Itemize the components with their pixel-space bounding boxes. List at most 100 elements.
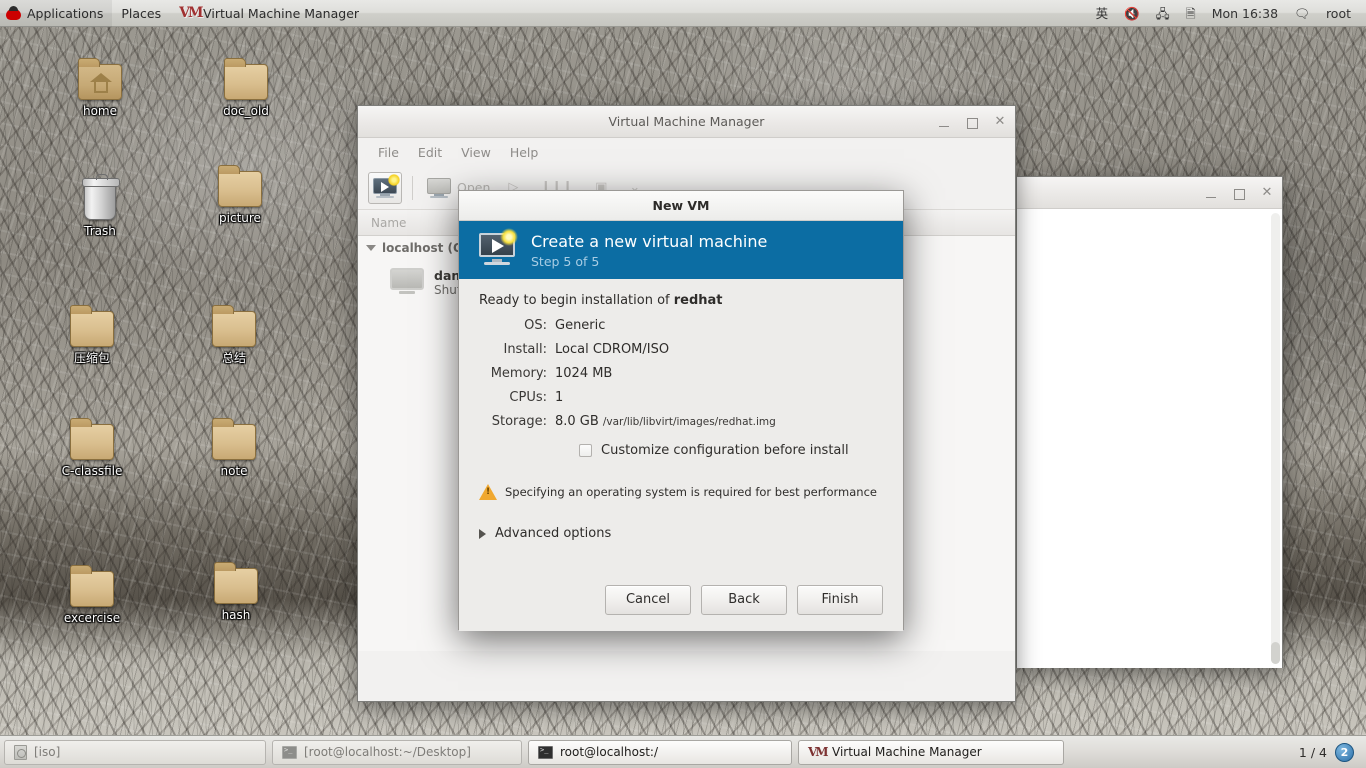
expander-icon[interactable] (366, 245, 376, 251)
ready-vm-name: redhat (673, 293, 723, 308)
summary-value-text: 1024 MB (555, 366, 613, 381)
background-window-scrollbar[interactable] (1271, 213, 1280, 664)
desktop-icon-4[interactable]: 压缩包 (44, 295, 140, 366)
desktop-icon-9[interactable]: hash (188, 552, 284, 623)
advanced-options-toggle[interactable]: Advanced options (479, 526, 883, 541)
summary-value-text: Local CDROM/ISO (555, 342, 670, 357)
summary-value: 1024 MB (555, 366, 612, 381)
desktop-icon-6[interactable]: C-classfile (44, 408, 140, 479)
desktop-icon-7[interactable]: note (186, 408, 282, 479)
new-vm-button[interactable] (368, 171, 402, 204)
vmm-window-title: Virtual Machine Manager (608, 114, 765, 129)
task-button-terminal-desktop[interactable]: [root@localhost:~/Desktop] (272, 739, 522, 765)
background-window[interactable]: ✕ (1016, 176, 1283, 668)
places-menu[interactable]: Places (112, 0, 170, 27)
vmm-icon: VM (808, 745, 829, 759)
desktop-icon-label: picture (219, 211, 261, 225)
customize-config-label: Customize configuration before install (601, 443, 849, 458)
menu-item-view[interactable]: View (453, 142, 499, 163)
applications-label: Applications (27, 5, 104, 21)
folder-icon (70, 418, 114, 460)
home-folder-icon (78, 58, 122, 100)
menu-item-help[interactable]: Help (502, 142, 547, 163)
input-method-indicator[interactable]: 英 (1089, 0, 1116, 27)
background-window-scrollbar-thumb[interactable] (1271, 642, 1280, 664)
desktop-icon-2[interactable]: Trash (52, 168, 148, 239)
summary-row: OS: Generic (479, 318, 883, 333)
terminal-icon (282, 745, 297, 759)
clock[interactable]: Mon 16:38 (1205, 0, 1285, 27)
maximize-icon[interactable] (1232, 186, 1246, 200)
task-button-vmm[interactable]: VM Virtual Machine Manager (798, 739, 1064, 765)
task-button-terminal-root[interactable]: root@localhost:/ (528, 739, 792, 765)
volume-muted-icon[interactable]: 🔇 (1117, 0, 1147, 27)
summary-row: Storage: 8.0 GB/var/lib/libvirt/images/re… (479, 414, 883, 429)
vm-summary-list: OS: Generic Install: Local CDROM/ISO Memory:… (479, 318, 883, 429)
warning-icon (479, 484, 497, 500)
summary-value: Local CDROM/ISO (555, 342, 669, 357)
desktop-icon-5[interactable]: 总结 (186, 295, 282, 366)
summary-key: Install: (503, 342, 547, 357)
back-button[interactable]: Back (701, 585, 787, 615)
new-vm-body: Ready to begin installation of redhat OS… (459, 279, 903, 631)
background-window-body (1017, 209, 1282, 668)
summary-key: Storage: (491, 414, 547, 429)
desktop-icon-label: 总结 (221, 351, 246, 365)
archive-icon (14, 744, 27, 760)
desktop-icon-8[interactable]: excercise (44, 555, 140, 626)
trash-icon (82, 174, 120, 220)
close-icon[interactable]: ✕ (1260, 186, 1274, 200)
new-vm-titlebar[interactable]: New VM (459, 191, 903, 221)
active-window-menu[interactable]: VM Virtual Machine Manager (170, 0, 368, 27)
desktop-icon-label: Trash (84, 224, 116, 238)
system-tray: 英 🔇 🖧 🗎 Mon 16:38 🗨 root (1089, 0, 1366, 27)
summary-value-text: 1 (555, 390, 564, 405)
finish-button[interactable]: Finish (797, 585, 883, 615)
desktop-icon-label: home (82, 104, 118, 118)
workspace-badge[interactable]: 2 (1335, 742, 1354, 762)
task-button-iso[interactable]: [iso] (4, 739, 266, 765)
applications-menu[interactable]: Applications (0, 0, 113, 27)
menu-item-edit[interactable]: Edit (410, 142, 450, 163)
monitor-icon (390, 268, 424, 296)
folder-icon (70, 565, 114, 607)
task-label: [root@localhost:~/Desktop] (304, 745, 471, 759)
user-session-icon[interactable]: 🗨 (1287, 0, 1317, 27)
menu-item-file[interactable]: File (370, 142, 407, 163)
summary-value: 1 (555, 390, 563, 405)
network-disconnected-icon[interactable]: 🖧 (1149, 0, 1177, 27)
advanced-options-label: Advanced options (495, 526, 612, 541)
minimize-icon[interactable] (1204, 186, 1218, 200)
ready-prefix: Ready to begin installation of (479, 293, 674, 308)
vmm-titlebar[interactable]: Virtual Machine Manager ✕ (358, 106, 1015, 138)
clipboard-icon[interactable]: 🗎 (1179, 0, 1203, 27)
summary-key: CPUs: (509, 390, 547, 405)
customize-config-row[interactable]: Customize configuration before install (579, 443, 883, 458)
minimize-icon[interactable] (937, 115, 951, 129)
background-window-titlebar[interactable]: ✕ (1017, 177, 1282, 209)
new-vm-banner: Create a new virtual machine Step 5 of 5 (459, 221, 903, 279)
new-vm-dialog[interactable]: New VM Create a new virtual machine Step… (458, 190, 904, 631)
cancel-button[interactable]: Cancel (605, 585, 691, 615)
background-window-buttons: ✕ (1204, 177, 1274, 209)
folder-icon (212, 305, 256, 347)
close-icon[interactable]: ✕ (993, 115, 1007, 129)
monitor-icon (427, 177, 451, 198)
ready-line: Ready to begin installation of redhat (479, 293, 883, 308)
summary-row: CPUs: 1 (479, 390, 883, 405)
workspace-indicator[interactable]: 1 / 4 (1299, 745, 1327, 760)
desktop-icon-1[interactable]: doc_old (198, 48, 294, 119)
taskbar: [iso] [root@localhost:~/Desktop] root@lo… (0, 735, 1366, 768)
new-vm-icon (477, 228, 518, 267)
summary-row: Memory: 1024 MB (479, 366, 883, 381)
user-label[interactable]: root (1319, 0, 1358, 27)
chevron-right-icon[interactable] (479, 528, 486, 539)
desktop-icon-0[interactable]: home (52, 48, 148, 119)
maximize-icon[interactable] (965, 115, 979, 129)
customize-config-checkbox[interactable] (579, 444, 592, 457)
banner-step: Step 5 of 5 (531, 253, 600, 269)
summary-value-text: Generic (555, 318, 606, 333)
vmm-menubar: File Edit View Help (358, 138, 1015, 166)
desktop-icon-3[interactable]: picture (192, 155, 288, 226)
folder-icon (70, 305, 114, 347)
